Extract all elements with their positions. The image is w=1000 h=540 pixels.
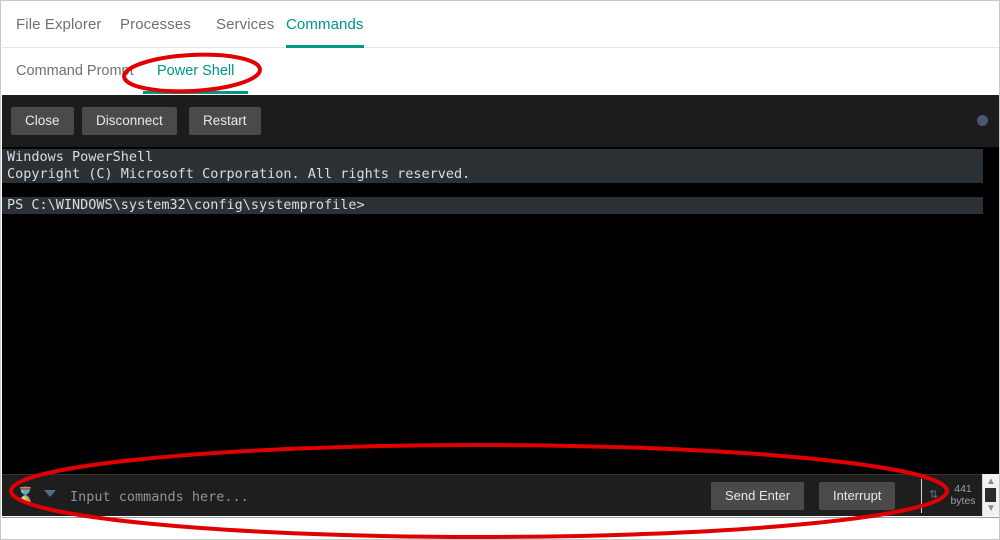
terminal-line: Windows PowerShell xyxy=(2,149,983,166)
restart-button[interactable]: Restart xyxy=(189,107,261,135)
subtab-label: Command Prompt xyxy=(16,63,134,79)
chevron-down-icon[interactable] xyxy=(44,490,56,497)
connection-status-dot xyxy=(977,115,988,126)
chevron-up-icon[interactable]: ▲ xyxy=(983,475,999,488)
vertical-scrollbar[interactable]: ▲ ▼ xyxy=(982,474,999,516)
command-input-bar: ⌛ Send Enter Interrupt ⇅ 441 bytes xyxy=(2,474,999,516)
main-tab-bar: File Explorer Processes Services Command… xyxy=(2,2,999,48)
console-toolbar: Close Disconnect Restart xyxy=(2,95,999,147)
terminal-output[interactable]: Windows PowerShell Copyright (C) Microso… xyxy=(2,147,999,474)
remote-session-window: File Explorer Processes Services Command… xyxy=(0,0,1000,540)
terminal-line: Copyright (C) Microsoft Corporation. All… xyxy=(2,166,983,183)
tab-label: Services xyxy=(216,16,275,33)
subtab-command-prompt[interactable]: Command Prompt xyxy=(16,48,134,95)
chevron-down-icon[interactable]: ▼ xyxy=(983,502,999,515)
tab-services[interactable]: Services xyxy=(216,2,274,48)
divider xyxy=(921,479,922,513)
subtab-label: Power Shell xyxy=(157,63,235,79)
bytes-counter: 441 bytes xyxy=(946,483,980,507)
up-down-arrows-icon: ⇅ xyxy=(929,489,938,501)
tab-label: Commands xyxy=(286,16,364,33)
disconnect-button[interactable]: Disconnect xyxy=(82,107,177,135)
powershell-console-panel: Close Disconnect Restart Windows PowerSh… xyxy=(2,95,999,516)
scrollbar-thumb[interactable] xyxy=(985,488,996,502)
hourglass-icon: ⌛ xyxy=(16,487,35,504)
tab-label: File Explorer xyxy=(16,16,102,33)
terminal-prompt-line: PS C:\WINDOWS\system32\config\systemprof… xyxy=(2,197,983,214)
close-button[interactable]: Close xyxy=(11,107,74,135)
tab-file-explorer[interactable]: File Explorer xyxy=(16,2,102,48)
tab-label: Processes xyxy=(120,16,191,33)
active-subtab-underline xyxy=(143,91,249,94)
tab-commands[interactable]: Commands xyxy=(286,2,364,48)
window-bottom-strip xyxy=(2,517,999,539)
subtab-power-shell[interactable]: Power Shell xyxy=(143,48,249,95)
sub-tab-bar: Command Prompt Power Shell xyxy=(2,48,999,95)
interrupt-button[interactable]: Interrupt xyxy=(819,482,896,510)
command-input[interactable] xyxy=(68,483,702,511)
bytes-unit: bytes xyxy=(950,495,976,507)
send-enter-button[interactable]: Send Enter xyxy=(711,482,805,510)
tab-processes[interactable]: Processes xyxy=(120,2,191,48)
bytes-count: 441 xyxy=(954,483,972,495)
